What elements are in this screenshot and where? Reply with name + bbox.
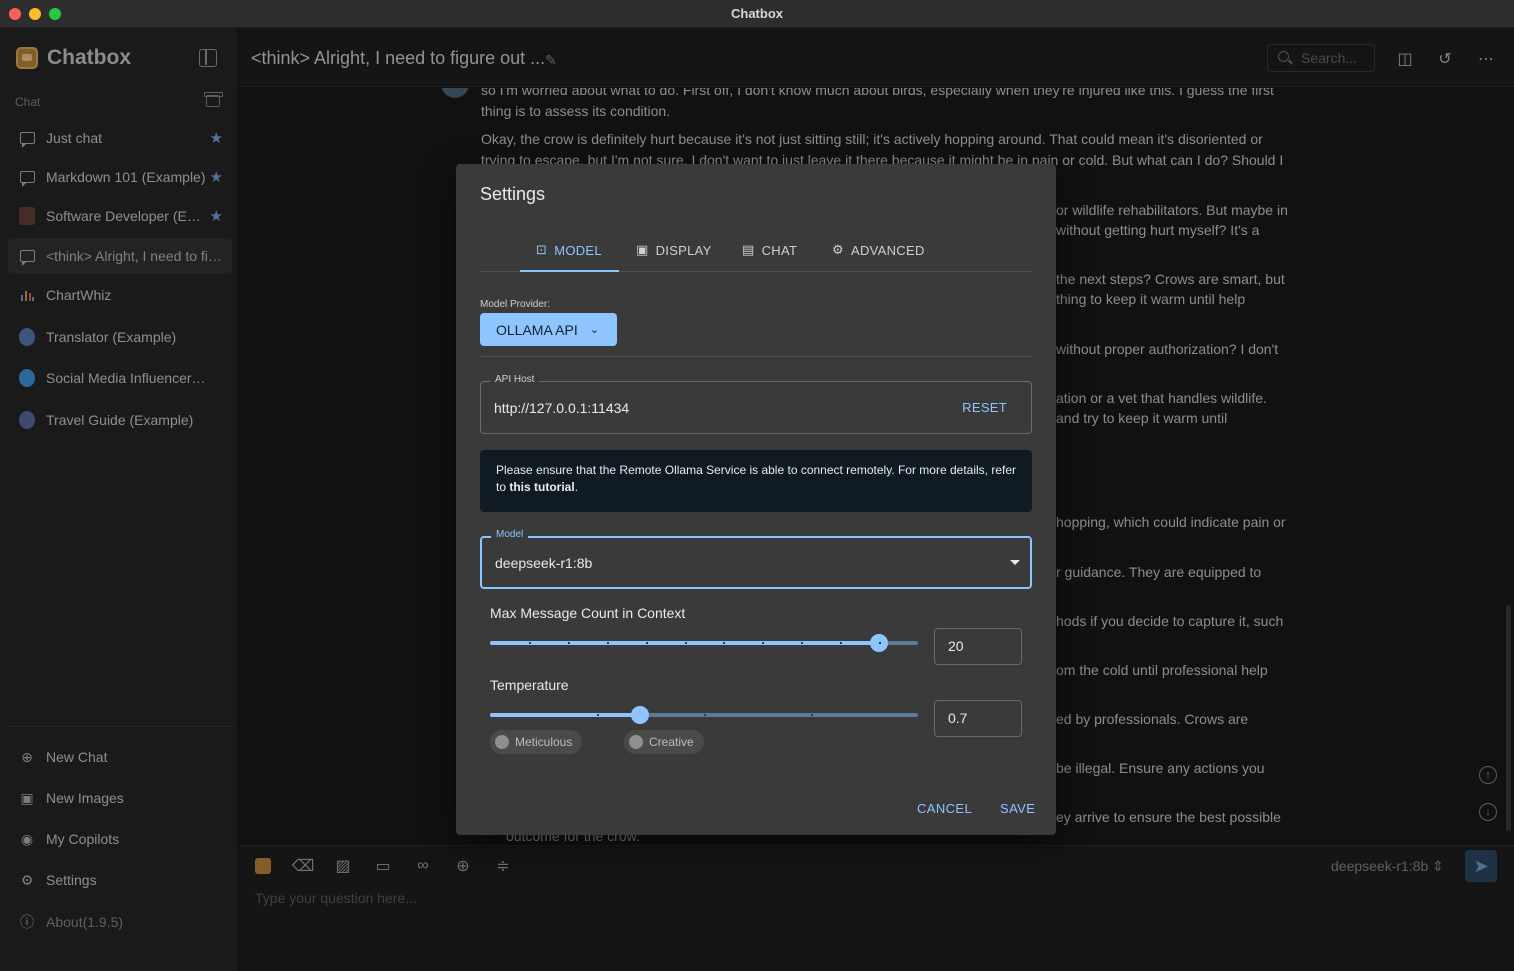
tab-advanced[interactable]: ⚙ ADVANCED bbox=[832, 228, 925, 272]
api-host-label: API Host bbox=[490, 374, 540, 385]
temperature-label: Temperature bbox=[490, 677, 569, 693]
slider-mark bbox=[607, 642, 609, 644]
model-label: Model bbox=[491, 529, 529, 540]
slider-mark bbox=[762, 642, 764, 644]
slider-thumb[interactable] bbox=[631, 706, 649, 724]
divider bbox=[480, 356, 1032, 357]
model-provider-label: Model Provider: bbox=[480, 299, 551, 310]
info-alert: Please ensure that the Remote Ollama Ser… bbox=[480, 450, 1032, 512]
chip-label: Meticulous bbox=[515, 735, 573, 749]
max-message-count-value[interactable] bbox=[948, 638, 1008, 654]
tab-model[interactable]: ⊡ MODEL bbox=[536, 228, 602, 272]
temperature-slider[interactable] bbox=[490, 705, 918, 725]
tab-display[interactable]: ▣ DISPLAY bbox=[636, 228, 712, 272]
settings-tabs: ⊡ MODEL ▣ DISPLAY ▤ CHAT ⚙ ADVANCED bbox=[480, 228, 1032, 272]
window-titlebar: Chatbox bbox=[0, 0, 1514, 28]
chevron-down-icon: ⌄ bbox=[589, 324, 599, 336]
tab-label: CHAT bbox=[761, 242, 798, 258]
slider-mark bbox=[811, 714, 813, 716]
reset-button[interactable]: RESET bbox=[962, 400, 1007, 415]
chip-label: Creative bbox=[649, 735, 694, 749]
dialog-title: Settings bbox=[480, 184, 546, 204]
alert-text-end: . bbox=[574, 480, 579, 494]
window-title: Chatbox bbox=[731, 6, 783, 21]
slider-mark bbox=[685, 642, 687, 644]
slider-mark bbox=[840, 642, 842, 644]
slider-mark bbox=[529, 642, 531, 644]
max-message-count-slider[interactable] bbox=[490, 633, 918, 653]
tab-label: ADVANCED bbox=[850, 242, 925, 258]
lightbulb-icon bbox=[629, 735, 643, 749]
robot-icon: ⊡ bbox=[536, 242, 548, 257]
temperature-input[interactable] bbox=[934, 700, 1022, 737]
temperature-value[interactable] bbox=[948, 710, 1008, 726]
slider-mark bbox=[597, 714, 599, 716]
active-tab-indicator bbox=[520, 270, 619, 272]
cancel-button[interactable]: CANCEL bbox=[917, 801, 972, 816]
model-value: deepseek-r1:8b bbox=[495, 555, 593, 571]
creative-chip: Creative bbox=[624, 730, 704, 754]
slider-mark bbox=[704, 714, 706, 716]
max-message-count-input[interactable] bbox=[934, 628, 1022, 665]
meticulous-chip: Meticulous bbox=[490, 730, 583, 754]
tab-label: DISPLAY bbox=[655, 242, 712, 258]
tab-chat[interactable]: ▤ CHAT bbox=[742, 228, 797, 272]
settings-dialog: Settings ⊡ MODEL ▣ DISPLAY ▤ CHAT ⚙ ADVA… bbox=[456, 164, 1056, 835]
display-icon: ▣ bbox=[636, 242, 649, 257]
api-host-value[interactable]: http://127.0.0.1:11434 bbox=[494, 400, 629, 416]
dropdown-arrow-icon bbox=[1010, 560, 1020, 565]
chat-icon: ▤ bbox=[742, 242, 755, 257]
tutorial-link[interactable]: this tutorial bbox=[509, 480, 574, 494]
model-provider-dropdown[interactable]: OLLAMA API ⌄ bbox=[480, 313, 617, 346]
slider-mark bbox=[568, 642, 570, 644]
slider-track bbox=[490, 713, 640, 717]
save-button[interactable]: SAVE bbox=[1000, 801, 1035, 816]
meticulous-icon bbox=[495, 735, 509, 749]
model-select[interactable]: Model deepseek-r1:8b bbox=[480, 529, 1032, 589]
slider-mark bbox=[646, 642, 648, 644]
model-provider-value: OLLAMA API bbox=[496, 321, 578, 338]
api-host-field[interactable]: API Host http://127.0.0.1:11434 RESET bbox=[480, 374, 1032, 434]
slider-mark bbox=[801, 642, 803, 644]
max-message-count-label: Max Message Count in Context bbox=[490, 605, 686, 621]
gear-icon: ⚙ bbox=[832, 242, 844, 257]
tab-label: MODEL bbox=[554, 242, 602, 258]
slider-mark bbox=[723, 642, 725, 644]
slider-mark bbox=[879, 642, 881, 644]
